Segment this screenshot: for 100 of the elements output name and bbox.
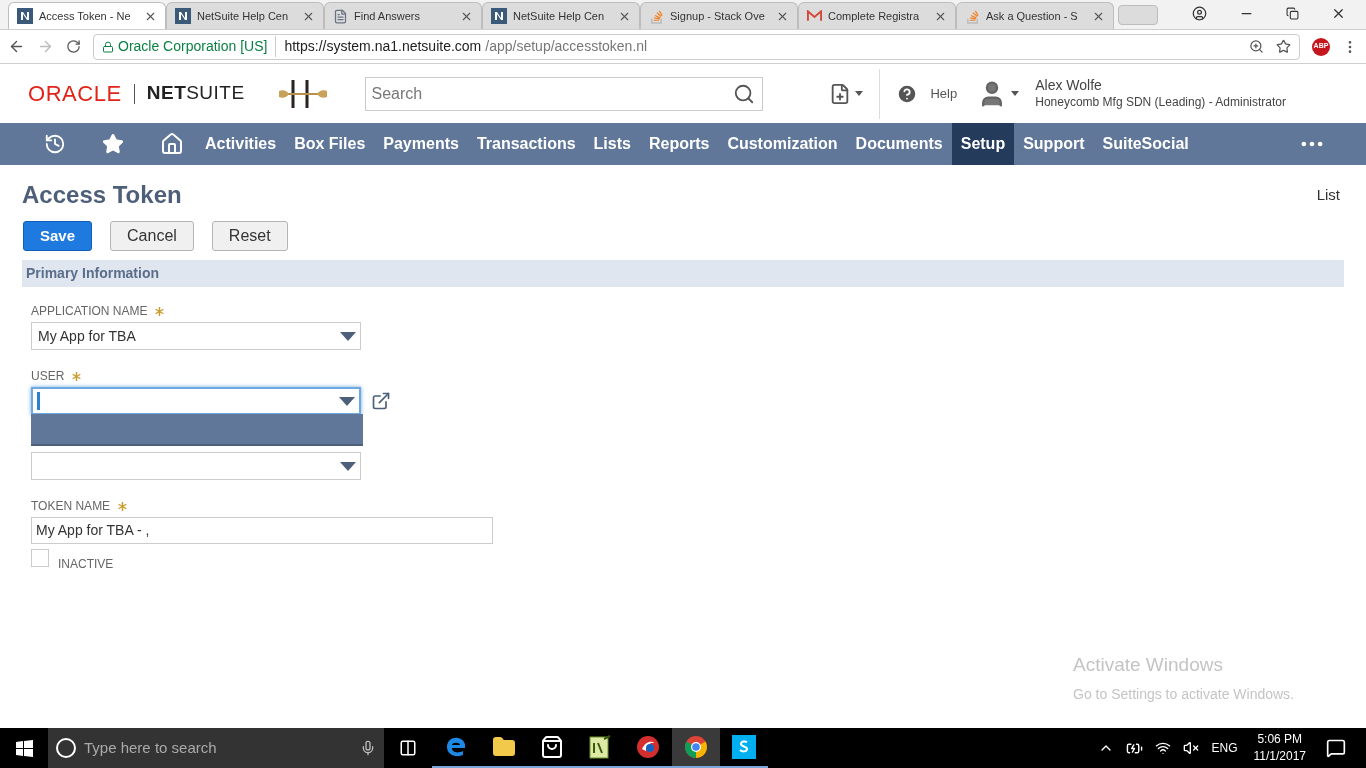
nav-tab[interactable]: Setup xyxy=(951,123,1015,165)
list-link[interactable]: List xyxy=(1316,183,1344,207)
tab-title: Find Answers xyxy=(354,8,422,24)
oracle-logo: ORACLE xyxy=(28,80,122,108)
restore-icon[interactable] xyxy=(1286,7,1299,20)
home-icon[interactable] xyxy=(160,132,184,156)
task-view-icon[interactable] xyxy=(399,739,417,757)
tab-title: NetSuite Help Cen xyxy=(513,8,606,24)
zoom-icon[interactable] xyxy=(1249,39,1264,54)
field-label: USER xyxy=(31,368,65,385)
caret-icon xyxy=(340,331,356,341)
user-name: Alex Wolfe xyxy=(1035,77,1103,95)
user-role: Honeycomb Mfg SDN (Leading) - Administrator xyxy=(1035,94,1286,110)
clock-time[interactable]: 5:06 PM xyxy=(1257,731,1303,748)
profile-icon[interactable] xyxy=(1192,6,1207,21)
start-windows-icon[interactable] xyxy=(15,739,33,757)
netsuite-logo: NETSUITE xyxy=(146,81,245,106)
clock-date[interactable]: 11/1/2017 xyxy=(1253,748,1306,765)
nav-tab[interactable]: Box Files xyxy=(285,123,375,165)
browser-tab[interactable]: Signup - Stack Ove xyxy=(640,2,798,29)
browser-tab[interactable]: Access Token - Ne xyxy=(8,2,166,29)
recent-records-icon[interactable] xyxy=(44,133,66,155)
nav-tab[interactable]: Documents xyxy=(846,123,952,165)
url-path: /app/setup/accesstoken.nl xyxy=(485,37,648,56)
nav-tab[interactable]: Lists xyxy=(584,123,640,165)
muted-speaker-icon[interactable] xyxy=(1183,740,1200,756)
back-icon[interactable] xyxy=(8,38,25,55)
close-icon[interactable] xyxy=(1331,6,1346,21)
nav-tab[interactable]: SuiteSocial xyxy=(1093,123,1198,165)
help-icon[interactable] xyxy=(896,82,919,105)
reload-icon[interactable] xyxy=(66,39,81,54)
browser-tab[interactable]: Complete Registra xyxy=(798,2,956,29)
text-field[interactable]: My App for TBA - , xyxy=(31,517,493,544)
tab-title: Complete Registra xyxy=(828,8,921,24)
tab-title: Access Token - Ne xyxy=(39,8,132,24)
nav-tab[interactable]: Payments xyxy=(374,123,468,165)
form-button[interactable]: Cancel xyxy=(110,221,194,251)
form-button[interactable]: Reset xyxy=(211,221,288,251)
save-button[interactable]: Save xyxy=(23,221,93,251)
stack-favicon-icon xyxy=(649,8,664,24)
nav-tab[interactable]: Activities xyxy=(196,123,286,165)
nav-tab[interactable]: Transactions xyxy=(467,123,585,165)
caret-icon xyxy=(1011,91,1020,96)
field-value: My App for TBA xyxy=(37,326,137,346)
search-icon[interactable] xyxy=(732,82,755,105)
caret-icon xyxy=(855,91,864,96)
checkbox-label: INACTIVE xyxy=(58,556,114,573)
search-field[interactable]: Search xyxy=(364,76,763,111)
site-identity: Oracle Corporation [US] xyxy=(118,36,277,57)
lock-icon xyxy=(102,40,114,53)
netsuite-favicon-icon xyxy=(491,8,507,24)
taskbar-search-box[interactable]: Type here to search xyxy=(48,728,384,768)
favorites-star-icon[interactable] xyxy=(102,133,124,155)
taskbar-app-button[interactable] xyxy=(672,728,720,768)
stack-favicon-icon xyxy=(965,8,980,24)
microphone-icon[interactable] xyxy=(360,740,376,756)
help-link[interactable]: Help xyxy=(930,83,958,104)
field-label: APPLICATION NAME xyxy=(31,303,148,320)
folder-icon xyxy=(492,735,516,759)
open-link-icon[interactable] xyxy=(371,391,391,411)
field-label: TOKEN NAME xyxy=(31,498,111,515)
language-indicator[interactable]: ENG xyxy=(1211,739,1238,757)
checkbox[interactable] xyxy=(31,549,49,567)
wifi-icon[interactable] xyxy=(1155,740,1172,756)
browser-e-icon xyxy=(444,735,468,759)
dropdown-field[interactable] xyxy=(31,387,361,415)
address-field[interactable]: Oracle Corporation [US] https://system.na1.netsuite.com /app/setup/accesstoken.nl xyxy=(93,33,1300,60)
tab-title: NetSuite Help Cen xyxy=(197,8,290,24)
activation-title: Activate Windows xyxy=(1073,653,1224,677)
browser-tab[interactable]: NetSuite Help Cen xyxy=(482,2,640,29)
mail-favicon-icon xyxy=(807,10,822,22)
notepad-icon xyxy=(589,735,611,759)
netsuite-favicon-icon xyxy=(175,8,191,24)
browser-tab[interactable]: Find Answers xyxy=(324,2,482,29)
round-app-icon xyxy=(636,735,660,759)
nav-tab[interactable]: Support xyxy=(1014,123,1094,165)
tab-title: Ask a Question - S xyxy=(986,8,1079,24)
nav-tab[interactable]: Reports xyxy=(639,123,719,165)
company-h-logo-icon xyxy=(276,78,329,109)
netsuite-favicon-icon xyxy=(17,8,33,24)
taskbar-search-field[interactable]: Type here to search xyxy=(84,736,352,760)
caret-icon xyxy=(339,396,355,406)
nav-tab[interactable]: Customization xyxy=(718,123,847,165)
bookmark-star-icon[interactable] xyxy=(1276,39,1291,54)
section-header: Primary Information xyxy=(22,260,1344,287)
dropdown-field[interactable] xyxy=(31,452,361,480)
activation-text: Go to Settings to activate Windows. xyxy=(1073,684,1294,704)
cortana-ring-icon xyxy=(56,738,76,758)
store-bag-icon xyxy=(540,735,564,759)
notifications-icon[interactable] xyxy=(1326,738,1346,758)
caret-icon xyxy=(340,461,356,471)
page-favicon-icon xyxy=(333,8,348,24)
browser-tab[interactable]: NetSuite Help Cen xyxy=(166,2,324,29)
skype-icon xyxy=(732,735,756,759)
dropdown-field[interactable]: My App for TBA xyxy=(31,322,361,350)
tab-title: Signup - Stack Ove xyxy=(670,8,766,24)
browser-tab[interactable]: Ask a Question - S xyxy=(956,2,1114,29)
chrome-icon xyxy=(684,735,708,759)
text-cursor xyxy=(37,392,40,410)
url-host: https://system.na1.netsuite.com xyxy=(283,37,482,56)
